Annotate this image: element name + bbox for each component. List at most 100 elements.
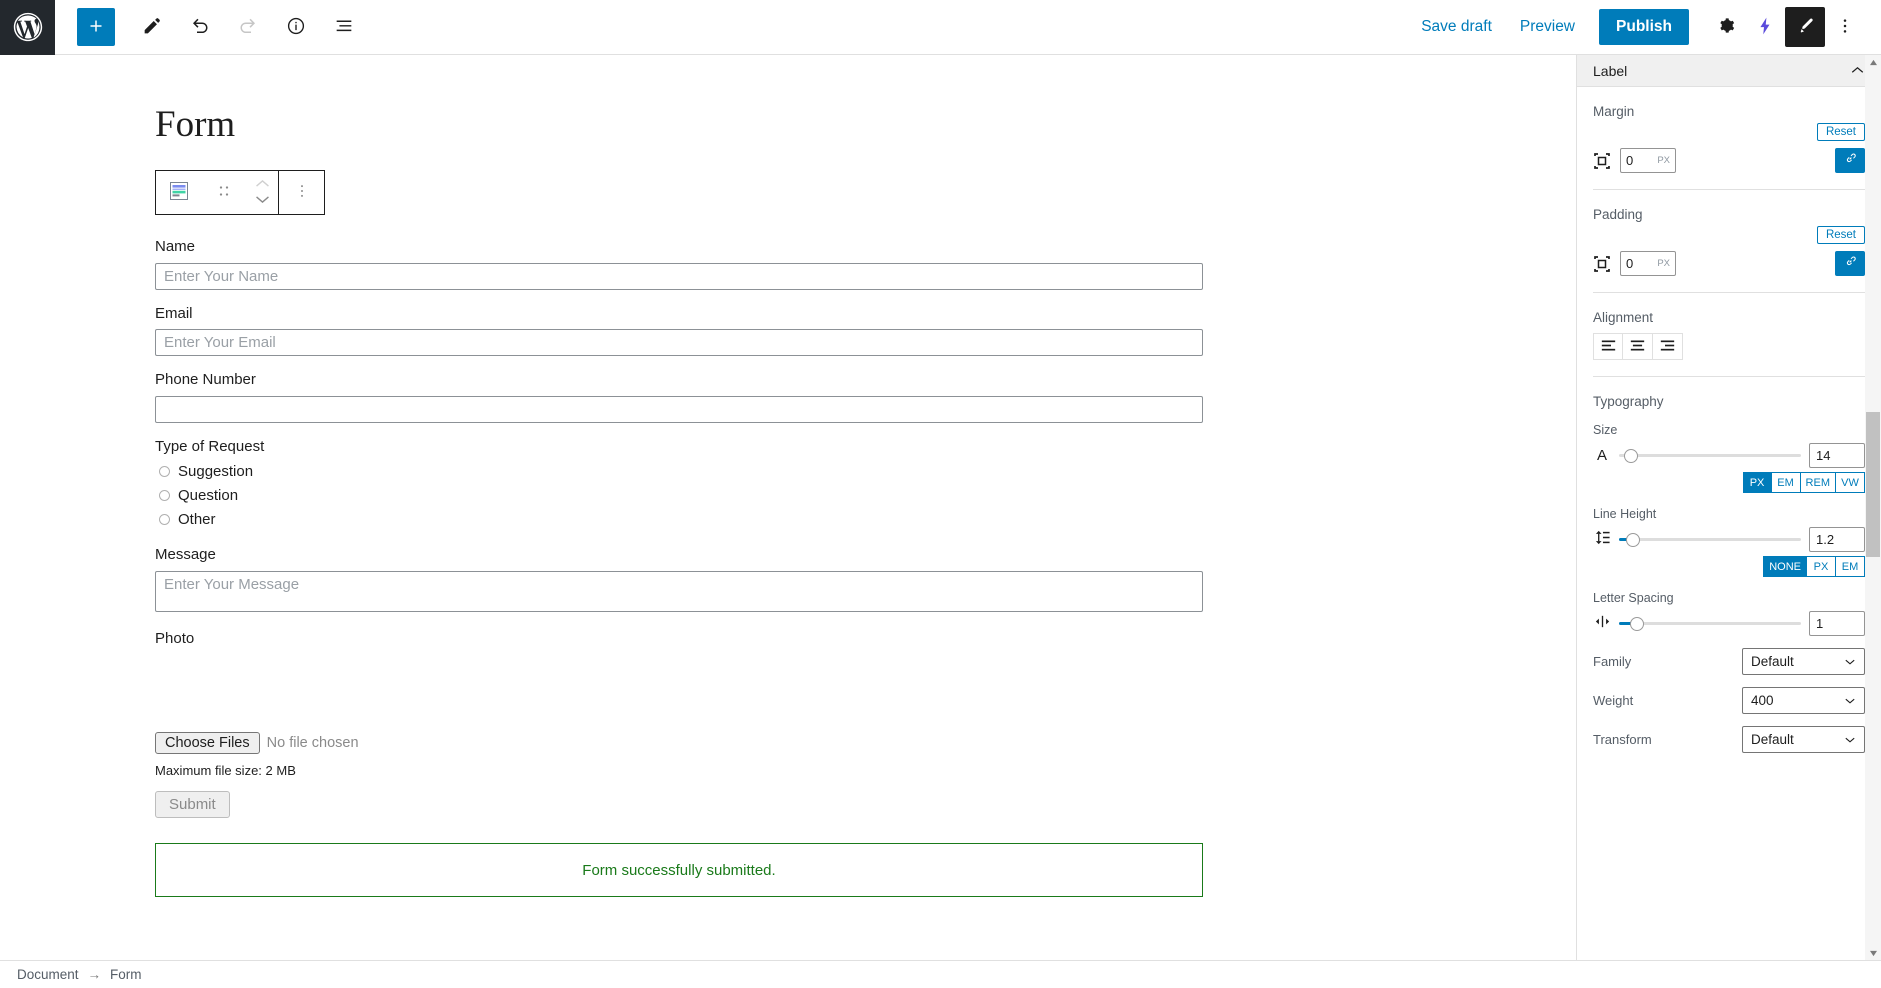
divider [1593, 189, 1865, 190]
radio-circle-icon [159, 466, 170, 477]
radio-option-other[interactable]: Other [159, 511, 1203, 528]
font-size-value: 14 [1816, 448, 1831, 463]
align-center-icon [1630, 339, 1645, 355]
margin-link-sides-button[interactable] [1835, 148, 1865, 173]
block-options-button[interactable] [279, 171, 324, 214]
move-up-button[interactable] [254, 177, 271, 192]
choose-files-button[interactable]: Choose Files [155, 732, 260, 754]
max-file-size-text: Maximum file size: 2 MB [155, 763, 296, 778]
edit-tool-button[interactable] [133, 8, 171, 46]
line-height-unit-px[interactable]: PX [1807, 556, 1836, 577]
margin-reset-button[interactable]: Reset [1816, 123, 1865, 141]
breadcrumb-item-form[interactable]: Form [110, 967, 142, 982]
line-height-unit-em[interactable]: EM [1836, 556, 1865, 577]
form-block-icon [167, 179, 191, 206]
sidebar-scrollbar[interactable] [1865, 55, 1881, 960]
sidebar-scroll-up-arrow-icon[interactable] [1865, 55, 1881, 69]
typography-section-title: Typography [1593, 394, 1664, 409]
chevron-up-icon[interactable] [1850, 62, 1865, 80]
link-icon [1843, 151, 1858, 171]
message-textarea[interactable] [155, 570, 1203, 612]
sidebar-scroll-down-arrow-icon[interactable] [1865, 946, 1881, 960]
field-label-name: Name [155, 238, 196, 255]
font-family-value: Default [1751, 654, 1794, 669]
sidebar-scrollbar-thumb[interactable] [1866, 412, 1880, 557]
font-size-unit-rem[interactable]: REM [1800, 472, 1836, 493]
font-size-label: Size [1593, 423, 1618, 437]
line-height-slider[interactable] [1619, 530, 1801, 550]
font-size-slider-knob[interactable] [1624, 448, 1639, 463]
letter-spacing-slider[interactable] [1619, 614, 1801, 634]
chevron-down-icon [1844, 732, 1856, 747]
breadcrumb-separator-icon: → [87, 967, 102, 982]
phone-input[interactable] [155, 395, 1203, 423]
font-family-label: Family [1593, 654, 1632, 669]
settings-button[interactable] [1705, 7, 1745, 47]
align-right-button[interactable] [1653, 333, 1683, 360]
jetpack-button[interactable] [1745, 7, 1785, 47]
move-down-button[interactable] [254, 193, 271, 208]
left-tool-group [55, 8, 373, 46]
padding-link-sides-button[interactable] [1835, 251, 1865, 276]
line-height-unit-none[interactable]: NONE [1763, 556, 1807, 577]
font-size-value-input[interactable]: 14 [1809, 443, 1865, 468]
list-view-button[interactable] [325, 8, 363, 46]
line-height-value-input[interactable]: 1.2 [1809, 527, 1865, 552]
margin-value-input[interactable]: 0 PX [1620, 148, 1676, 173]
align-left-button[interactable] [1593, 333, 1623, 360]
font-size-control: A 14 [1593, 443, 1865, 468]
radio-label: Suggestion [178, 463, 254, 480]
email-input[interactable] [155, 329, 1203, 356]
line-height-slider-knob[interactable] [1626, 532, 1641, 547]
font-size-unit-px[interactable]: PX [1742, 472, 1772, 493]
undo-button[interactable] [181, 8, 219, 46]
page-title[interactable]: Form [155, 55, 1415, 146]
spacing-box-icon [1593, 152, 1611, 170]
publish-button[interactable]: Publish [1599, 9, 1689, 45]
drag-handle-button[interactable] [201, 171, 246, 214]
text-transform-select[interactable]: Default [1742, 726, 1865, 753]
add-block-button[interactable] [77, 8, 115, 46]
redo-button[interactable] [229, 8, 267, 46]
vertical-ellipsis-icon [293, 182, 311, 203]
font-family-select[interactable]: Default [1742, 648, 1865, 675]
radio-circle-icon [159, 490, 170, 501]
padding-reset-button[interactable]: Reset [1816, 226, 1865, 244]
save-draft-button[interactable]: Save draft [1407, 10, 1506, 44]
drag-dots-icon [216, 183, 232, 202]
lightning-bolt-icon [1755, 16, 1775, 39]
preview-button[interactable]: Preview [1506, 10, 1589, 44]
font-size-slider[interactable] [1619, 446, 1801, 466]
text-transform-label: Transform [1593, 732, 1652, 747]
submit-button[interactable]: Submit [155, 791, 230, 818]
letter-a-icon: A [1596, 447, 1607, 464]
letter-spacing-slider-knob[interactable] [1629, 616, 1644, 631]
margin-unit: PX [1657, 155, 1670, 166]
chevron-down-icon [254, 193, 271, 208]
radio-option-suggestion[interactable]: Suggestion [159, 463, 1203, 480]
radio-option-question[interactable]: Question [159, 487, 1203, 504]
breadcrumb-item-document[interactable]: Document [17, 967, 79, 982]
chevron-down-icon [1844, 654, 1856, 669]
letter-spacing-value-input[interactable]: 1 [1809, 611, 1865, 636]
font-size-unit-vw[interactable]: VW [1836, 472, 1865, 493]
more-options-button[interactable] [1825, 7, 1865, 47]
font-size-unit-em[interactable]: EM [1771, 472, 1801, 493]
breadcrumb-bar: Document → Form [0, 960, 1881, 988]
block-type-button[interactable] [156, 171, 201, 214]
font-weight-select[interactable]: 400 [1742, 687, 1865, 714]
details-button[interactable] [277, 8, 315, 46]
field-label-message: Message [155, 546, 216, 563]
wordpress-logo-icon[interactable] [0, 0, 55, 55]
plus-icon [85, 15, 107, 40]
block-settings-sidebar: Label Margin Reset 0 PX Padding Reset 0 … [1576, 55, 1881, 960]
align-center-button[interactable] [1623, 333, 1653, 360]
field-label-phone: Phone Number [155, 371, 256, 388]
photo-dropzone[interactable] [155, 654, 1203, 726]
label-panel-header[interactable]: Label [1577, 55, 1881, 87]
padding-value-input[interactable]: 0 PX [1620, 251, 1676, 276]
styles-button[interactable] [1785, 7, 1825, 47]
name-input[interactable] [155, 262, 1203, 290]
no-file-chosen-text: No file chosen [266, 735, 359, 751]
alignment-button-group [1593, 333, 1865, 360]
